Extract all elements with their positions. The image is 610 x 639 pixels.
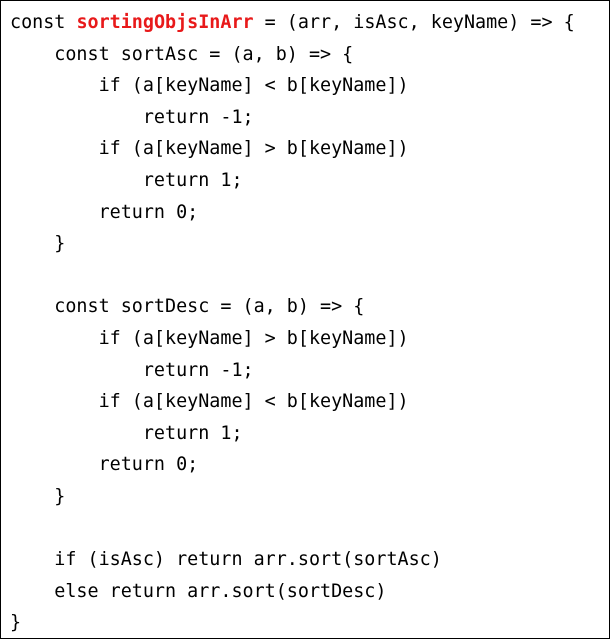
code-line-3: if (a[keyName] < b[keyName]) [10,75,409,97]
function-name: sortingObjsInArr [76,12,254,33]
code-line-1: const sortingObjsInArr = (arr, isAsc, ke… [10,7,575,39]
code-line-8: } [10,233,66,255]
code-line-2: const sortAsc = (a, b) => { [10,43,354,65]
code-line-14: return 1; [10,422,243,444]
code-line-6: return 1; [10,169,243,191]
code-block: const sortingObjsInArr = (arr, isAsc, ke… [10,7,575,639]
code-line-7: return 0; [10,201,199,223]
code-line-15: return 0; [10,454,199,476]
code-line-11: if (a[keyName] > b[keyName]) [10,327,409,349]
code-line-5: if (a[keyName] > b[keyName]) [10,138,409,160]
code-line-4: return -1; [10,106,254,128]
code-line-13: if (a[keyName] < b[keyName]) [10,391,409,413]
code-line-20: } [10,612,22,634]
code-panel: const sortingObjsInArr = (arr, isAsc, ke… [0,0,610,639]
code-line-12: return -1; [10,359,254,381]
function-signature: = (arr, isAsc, keyName) => { [253,12,575,33]
keyword-const: const [10,12,77,33]
code-line-18: if (isAsc) return arr.sort(sortAsc) [10,549,442,571]
code-line-16: } [10,485,66,507]
code-line-10: const sortDesc = (a, b) => { [10,296,365,318]
code-line-19: else return arr.sort(sortDesc) [10,580,387,602]
